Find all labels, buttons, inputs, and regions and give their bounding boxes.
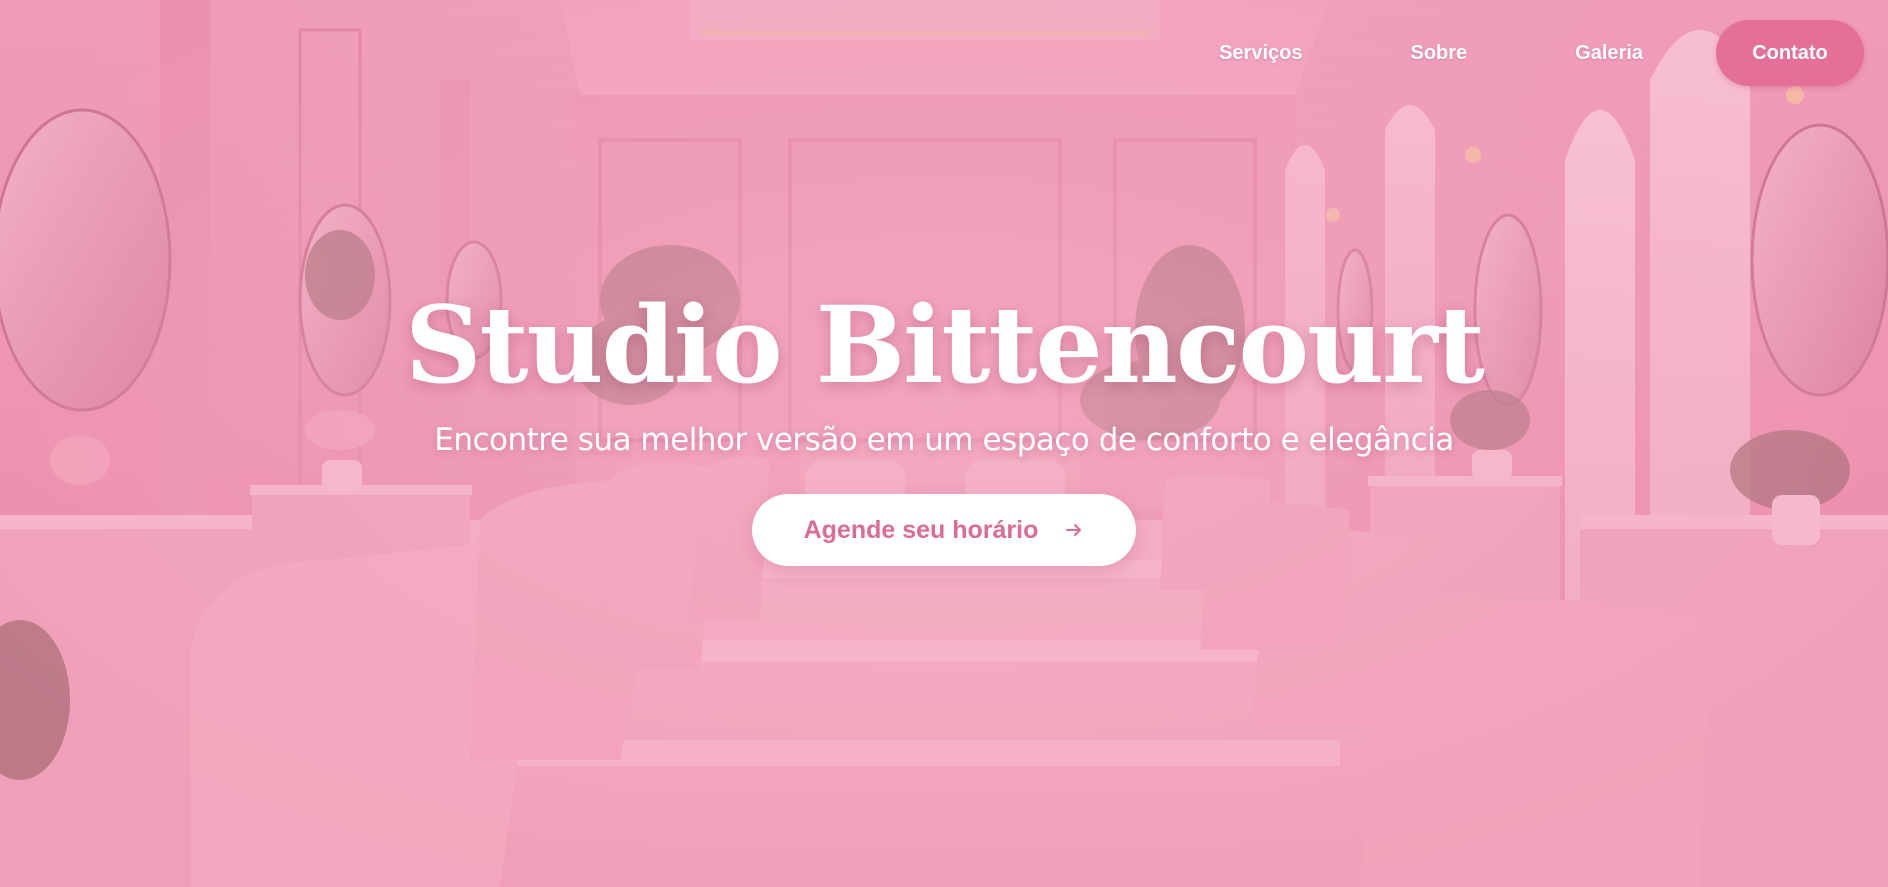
hero-content: Studio Bittencourt Encontre sua melhor v… [0, 280, 1888, 566]
nav-link-galeria[interactable]: Galeria [1575, 42, 1643, 65]
hero-section: Serviços Sobre Galeria Contato Studio Bi… [0, 0, 1888, 887]
book-appointment-button[interactable]: Agende seu horário [752, 494, 1136, 566]
hero-title: Studio Bittencourt [405, 282, 1485, 407]
nav-link-servicos[interactable]: Serviços [1219, 42, 1302, 65]
nav-link-sobre[interactable]: Sobre [1410, 42, 1467, 65]
hero-subtitle: Encontre sua melhor versão em um espaço … [434, 422, 1454, 458]
book-appointment-label: Agende seu horário [803, 515, 1039, 544]
contact-button[interactable]: Contato [1716, 20, 1864, 86]
arrow-right-icon [1066, 524, 1082, 536]
top-navigation: Serviços Sobre Galeria Contato [1219, 20, 1864, 86]
